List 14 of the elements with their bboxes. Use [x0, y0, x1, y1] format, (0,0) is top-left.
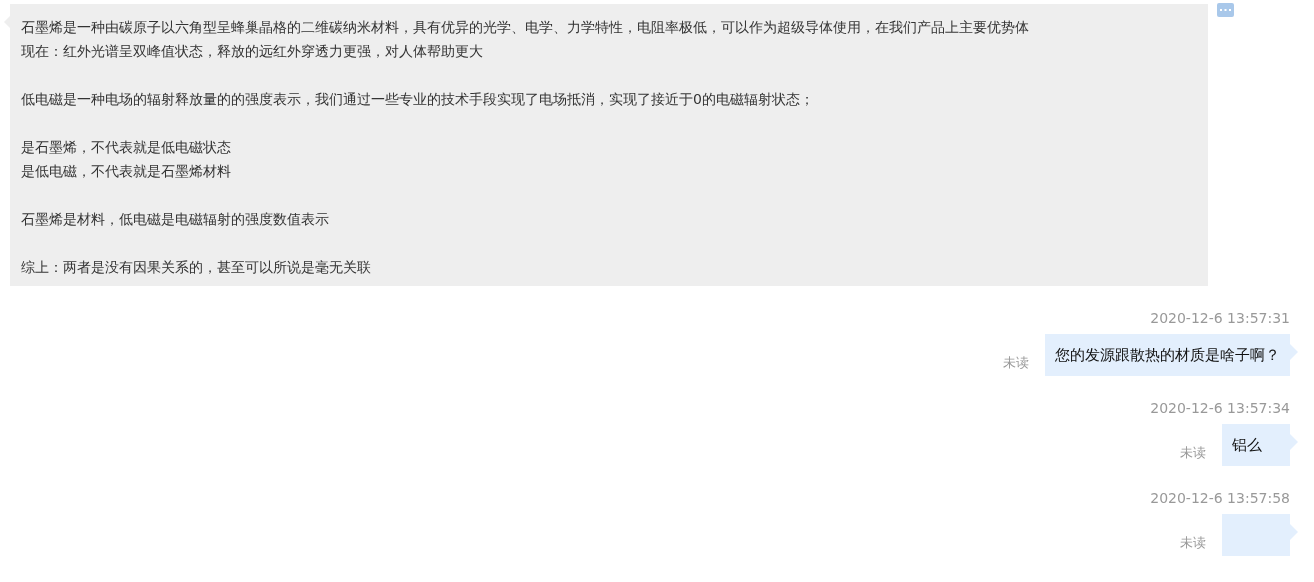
message-paragraph: 是石墨烯，不代表就是低电磁状态 是低电磁，不代表就是石墨烯材料 — [21, 138, 232, 181]
unread-label: 未读 — [1180, 444, 1206, 462]
message-bubble: 您的发源跟散热的材质是啥子啊？ — [1045, 334, 1298, 376]
more-icon[interactable] — [1217, 3, 1234, 17]
message-paragraph: 石墨烯是一种由碳原子以六角型呈蜂巢晶格的二维碳纳米材料，具有优异的光学、电学、力学特性，电阻率极低，可以作为超级导体使用，在我们产品上主要优势体 现在：红外光谱呈双峰值状态，释放的远红外穿透力更强，对人体帮助更大 — [21, 18, 1030, 61]
timestamp: 2020-12-6 13:57:58 — [1150, 489, 1290, 507]
message-paragraph: 低电磁是一种电场的辐射释放量的的强度表示，我们通过一些专业的技术手段实现了电场抵消，实现了接近于0的电磁辐射状态； — [21, 90, 815, 109]
timestamp: 2020-12-6 13:57:34 — [1150, 399, 1290, 417]
timestamp: 2020-12-6 13:57:31 — [1150, 309, 1290, 327]
message-paragraph: 石墨烯是材料，低电磁是电磁辐射的强度数值表示 — [21, 210, 330, 229]
message-bubble: 铝么 — [1222, 424, 1298, 466]
unread-label: 未读 — [1180, 534, 1206, 552]
unread-label: 未读 — [1003, 354, 1029, 372]
message-paragraph: 综上：两者是没有因果关系的，甚至可以所说是毫无关联 — [21, 258, 372, 277]
